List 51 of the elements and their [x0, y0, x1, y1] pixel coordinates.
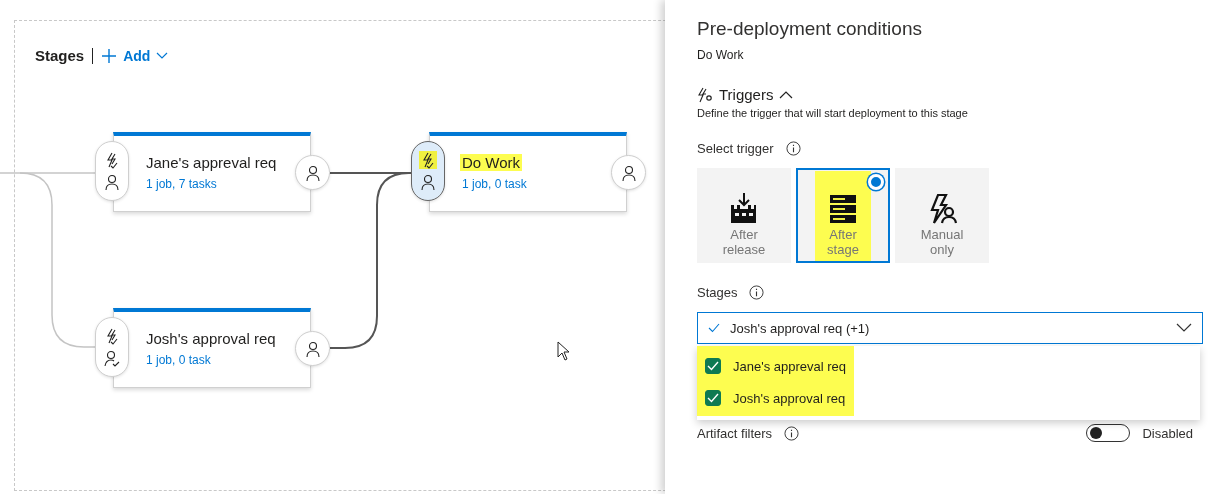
- stage-card[interactable]: Do Work 1 job, 0 task: [411, 132, 647, 212]
- trigger-option[interactable]: Manual only: [895, 168, 989, 263]
- field-label: Select trigger: [697, 141, 774, 156]
- stage-summary[interactable]: 1 job, 0 task: [460, 176, 529, 191]
- field-label: Stages: [697, 285, 738, 300]
- info-icon: [785, 141, 801, 156]
- stage-summary[interactable]: 1 job, 0 task: [144, 352, 213, 367]
- trigger-option-label: After release: [721, 227, 767, 257]
- person-icon: [619, 163, 638, 182]
- chevron-down-icon: [156, 51, 169, 60]
- trigger-option-label: Manual only: [919, 227, 965, 257]
- stage-card[interactable]: Josh's approval req 1 job, 0 task: [95, 308, 331, 388]
- radio-selected-icon: [868, 174, 884, 190]
- toggle-state: Disabled: [1142, 425, 1193, 441]
- stage-summary[interactable]: 1 job, 7 tasks: [144, 176, 219, 191]
- trigger-option[interactable]: After stage: [796, 168, 890, 263]
- person-icon: [303, 339, 322, 358]
- stage-card[interactable]: Jane's appreval req 1 job, 7 tasks: [95, 132, 331, 212]
- post-deployment-conditions-button[interactable]: [611, 155, 646, 190]
- trigger-option-label: After stage: [826, 227, 860, 257]
- stages-dropdown[interactable]: Josh's approval req (+1): [697, 312, 1203, 344]
- checkbox[interactable]: [705, 390, 721, 406]
- info-icon: [749, 285, 765, 300]
- lightning-icon: [419, 151, 437, 169]
- pre-deployment-conditions-button[interactable]: [411, 141, 445, 201]
- dropdown-option[interactable]: Jane's appreval req: [705, 350, 847, 382]
- checkbox[interactable]: [705, 358, 721, 374]
- trigger-option[interactable]: After release: [697, 168, 791, 263]
- dropdown-option[interactable]: Josh's approval req: [705, 382, 847, 414]
- post-deployment-conditions-button[interactable]: [295, 331, 330, 366]
- option-label: Josh's approval req: [733, 390, 846, 406]
- stages-title: Stages: [35, 47, 85, 64]
- toggle-switch[interactable]: [1086, 424, 1131, 442]
- stage-name: Jane's appreval req: [145, 153, 278, 171]
- option-label: Jane's appreval req: [733, 358, 847, 374]
- checkmark-icon: [708, 323, 720, 333]
- field-label: Artifact filters: [697, 425, 773, 441]
- plus-icon: [101, 47, 118, 64]
- post-deployment-conditions-button[interactable]: [295, 155, 330, 190]
- stage-name: Do Work: [460, 153, 523, 171]
- stage-name: Josh's approval req: [145, 329, 277, 347]
- panel-subtitle: Do Work: [697, 48, 744, 62]
- add-button[interactable]: Add: [101, 47, 169, 64]
- triggers-section-toggle[interactable]: Triggers: [697, 86, 794, 103]
- server-icon: [828, 193, 858, 225]
- mouse-cursor-icon: [557, 341, 571, 361]
- section-description: Define the trigger that will start deployment to this stage: [697, 107, 968, 119]
- info-icon: [784, 425, 800, 441]
- trigger-gear-icon: [697, 86, 713, 103]
- panel-title: Pre-deployment conditions: [697, 18, 922, 40]
- person-icon: [303, 163, 322, 182]
